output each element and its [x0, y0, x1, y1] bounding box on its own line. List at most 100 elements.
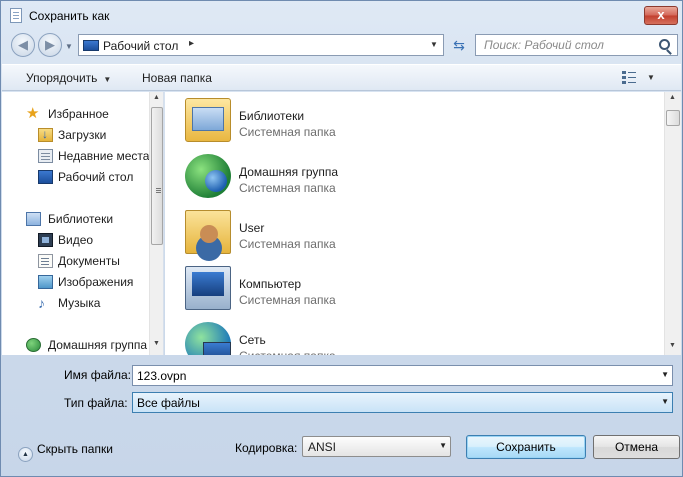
- address-bar[interactable]: Рабочий стол ▸ ▼: [78, 34, 444, 56]
- change-view-icon[interactable]: [622, 71, 636, 84]
- navigation-pane: ★ Избранное Загрузки Недавние места Рабо…: [2, 92, 164, 355]
- grip-icon: [156, 188, 161, 189]
- music-note-icon: ♪: [38, 295, 45, 311]
- scroll-down-arrow-icon[interactable]: ▼: [669, 342, 676, 349]
- scrollbar-thumb[interactable]: [151, 107, 163, 245]
- navigation-scrollbar[interactable]: ▲ ▼: [149, 92, 163, 355]
- hide-folders-label: Скрыть папки: [37, 442, 113, 456]
- list-item-libraries[interactable]: Библиотеки Системная папка: [185, 92, 485, 144]
- list-item-network[interactable]: Сеть Системная папка: [185, 316, 485, 355]
- chevron-up-icon: ▲: [18, 447, 33, 462]
- chevron-down-icon[interactable]: ▼: [661, 397, 669, 406]
- nav-homegroup-label: Домашняя группа: [48, 338, 148, 352]
- chevron-down-icon[interactable]: ▼: [439, 441, 447, 450]
- item-type: Системная папка: [239, 237, 336, 251]
- scroll-up-arrow-icon[interactable]: ▲: [153, 94, 160, 101]
- cancel-button[interactable]: Отмена: [593, 435, 680, 459]
- item-name: Домашняя группа: [239, 165, 339, 179]
- video-library-icon: [38, 233, 53, 247]
- nav-favorites-label: Избранное: [48, 107, 109, 121]
- nav-favorites[interactable]: ★ Избранное: [2, 104, 150, 124]
- item-name: User: [239, 221, 265, 235]
- nav-item-music[interactable]: ♪ Музыка: [2, 293, 150, 313]
- nav-item-desktop[interactable]: Рабочий стол: [2, 167, 150, 187]
- filename-input[interactable]: [133, 366, 653, 385]
- libraries-icon: [26, 212, 41, 226]
- nav-item-label: Недавние места: [58, 149, 150, 163]
- forward-button[interactable]: ▶: [38, 33, 62, 57]
- recent-locations-dropdown[interactable]: ▼: [65, 42, 73, 51]
- address-dropdown-button[interactable]: ▼: [425, 35, 443, 55]
- search-icon[interactable]: [659, 39, 670, 50]
- filename-combobox[interactable]: ▼: [132, 365, 673, 386]
- title-bar: Сохранить как x: [1, 1, 682, 30]
- item-type: Системная папка: [239, 349, 336, 355]
- nav-libraries[interactable]: Библиотеки: [2, 209, 150, 229]
- organize-label: Упорядочить: [26, 71, 98, 85]
- pictures-library-icon: [38, 275, 53, 289]
- refresh-button[interactable]: ⇆: [448, 34, 470, 56]
- nav-item-label: Загрузки: [58, 128, 107, 142]
- item-type: Системная папка: [239, 293, 336, 307]
- search-box[interactable]: [475, 34, 678, 56]
- close-button[interactable]: x: [644, 6, 678, 25]
- nav-homegroup[interactable]: Домашняя группа: [2, 335, 150, 355]
- list-item-computer[interactable]: Компьютер Системная папка: [185, 260, 485, 312]
- encoding-label: Кодировка:: [235, 441, 298, 455]
- list-item-user[interactable]: User Системная папка: [185, 204, 485, 256]
- back-button[interactable]: ◀: [11, 33, 35, 57]
- nav-item-label: Изображения: [58, 275, 134, 289]
- file-list-scrollbar[interactable]: ▲ ▼: [664, 92, 681, 355]
- scroll-down-arrow-icon[interactable]: ▼: [153, 340, 160, 347]
- item-type: Системная папка: [239, 181, 336, 195]
- recent-places-icon: [38, 149, 53, 163]
- nav-item-downloads[interactable]: Загрузки: [2, 125, 150, 145]
- new-folder-button[interactable]: Новая папка: [142, 71, 212, 85]
- network-icon: [185, 322, 231, 355]
- filetype-value: Все файлы: [137, 396, 200, 410]
- nav-item-video[interactable]: Видео: [2, 230, 150, 250]
- encoding-value: ANSI: [308, 440, 337, 454]
- view-options-dropdown[interactable]: ▼: [647, 73, 655, 82]
- breadcrumb-arrow-icon[interactable]: ▸: [189, 38, 194, 49]
- desktop-icon: [83, 40, 99, 51]
- breadcrumb-desktop[interactable]: Рабочий стол: [103, 39, 178, 53]
- libraries-icon: [185, 98, 231, 142]
- desktop-icon: [38, 170, 53, 184]
- homegroup-icon: [26, 338, 41, 352]
- downloads-folder-icon: [38, 127, 53, 142]
- nav-libraries-label: Библиотеки: [48, 212, 114, 226]
- nav-item-pictures[interactable]: Изображения: [2, 272, 150, 292]
- homegroup-icon: [185, 154, 231, 198]
- item-name: Компьютер: [239, 277, 302, 291]
- organize-button[interactable]: Упорядочить ▼: [26, 71, 111, 85]
- documents-library-icon: [38, 254, 53, 268]
- nav-item-label: Рабочий стол: [58, 170, 134, 184]
- nav-item-label: Документы: [58, 254, 120, 268]
- user-folder-icon: [185, 210, 231, 254]
- star-icon: ★: [26, 105, 40, 122]
- save-as-dialog: Сохранить как x ◀ ▶ ▼ Рабочий стол ▸ ▼ ⇆…: [0, 0, 683, 477]
- scrollbar-thumb[interactable]: [666, 110, 680, 126]
- notepad-icon: [10, 8, 22, 23]
- nav-item-label: Видео: [58, 233, 94, 247]
- window-title: Сохранить как: [29, 9, 110, 23]
- scroll-up-arrow-icon[interactable]: ▲: [669, 94, 676, 101]
- filetype-select[interactable]: Все файлы ▼: [132, 392, 673, 413]
- hide-folders-button[interactable]: ▲ Скрыть папки: [18, 442, 113, 462]
- filename-label: Имя файла:: [64, 368, 131, 382]
- item-name: Библиотеки: [239, 109, 305, 123]
- list-item-homegroup[interactable]: Домашняя группа Системная папка: [185, 148, 485, 200]
- chevron-down-icon: ▼: [103, 75, 112, 84]
- save-button[interactable]: Сохранить: [466, 435, 586, 459]
- nav-item-documents[interactable]: Документы: [2, 251, 150, 271]
- nav-item-recent-places[interactable]: Недавние места: [2, 146, 150, 166]
- nav-item-label: Музыка: [58, 296, 101, 310]
- encoding-select[interactable]: ANSI ▼: [302, 436, 451, 457]
- file-list: Библиотеки Системная папка Домашняя груп…: [165, 92, 681, 355]
- search-input[interactable]: [476, 35, 656, 55]
- chevron-down-icon[interactable]: ▼: [661, 370, 669, 379]
- item-name: Сеть: [239, 333, 266, 347]
- item-type: Системная папка: [239, 125, 336, 139]
- command-bar: Упорядочить ▼ Новая папка ▼: [2, 64, 681, 91]
